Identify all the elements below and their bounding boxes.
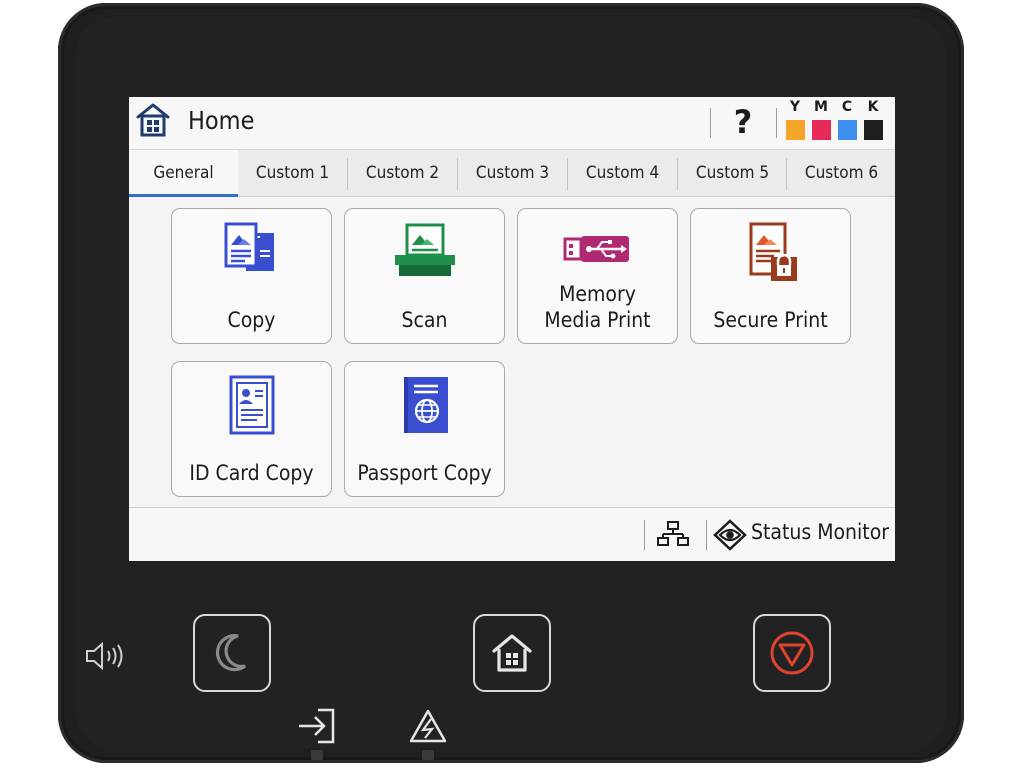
tile-label: Memory Media Print: [518, 281, 677, 333]
tab-custom-2[interactable]: Custom 2: [348, 150, 457, 196]
ink-swatch: [837, 120, 857, 140]
header-bar: Home ? Y M C K: [129, 97, 895, 150]
scan-tile[interactable]: Scan: [344, 208, 505, 344]
header-divider: [776, 108, 777, 138]
ink-yellow: Y: [785, 99, 805, 140]
tab-custom-1[interactable]: Custom 1: [238, 150, 347, 196]
footer-bar: Status Monitor: [129, 507, 895, 561]
ink-magenta: M: [811, 99, 831, 140]
home-icon: [492, 634, 532, 672]
footer-divider: [644, 520, 645, 550]
passport-icon: [400, 374, 450, 440]
ink-label: K: [867, 99, 879, 115]
tab-custom-3[interactable]: Custom 3: [458, 150, 567, 196]
passport-copy-tile[interactable]: Passport Copy: [344, 361, 505, 497]
ink-cyan: C: [837, 99, 857, 140]
tab-custom-4[interactable]: Custom 4: [568, 150, 677, 196]
stop-icon: [770, 631, 814, 675]
tile-label: Copy: [227, 308, 276, 332]
tile-label: Scan: [401, 308, 448, 332]
ink-swatch: [811, 120, 831, 140]
tile-label-line: Media Print: [544, 308, 651, 332]
eye-icon[interactable]: [713, 519, 747, 551]
home-button[interactable]: [473, 614, 551, 692]
sleep-button[interactable]: [193, 614, 271, 692]
secure-print-tile[interactable]: Secure Print: [690, 208, 851, 344]
usb-icon: [563, 231, 633, 271]
data-led: [311, 750, 323, 760]
warning-icon: [408, 708, 448, 748]
ink-swatch: [863, 120, 883, 140]
copy-icon: [222, 221, 282, 285]
home-screen-icon: [135, 101, 171, 139]
speaker-icon: [84, 640, 126, 676]
header-divider: [710, 108, 711, 138]
error-led: [422, 750, 434, 760]
ink-label: Y: [789, 99, 801, 115]
touchscreen: Home ? Y M C K General Custom 1 Custom 2…: [129, 97, 895, 561]
tab-bar: General Custom 1 Custom 2 Custom 3 Custo…: [129, 150, 895, 197]
tile-label-line: Memory: [559, 282, 636, 306]
ink-black: K: [863, 99, 883, 140]
copy-tile[interactable]: Copy: [171, 208, 332, 344]
ink-swatch: [785, 120, 805, 140]
stop-button[interactable]: [753, 614, 831, 692]
memory-media-print-tile[interactable]: Memory Media Print: [517, 208, 678, 344]
tab-custom-5[interactable]: Custom 5: [678, 150, 787, 196]
id-card-copy-tile[interactable]: ID Card Copy: [171, 361, 332, 497]
help-button[interactable]: ?: [725, 101, 761, 143]
tab-custom-6[interactable]: Custom 6: [787, 150, 895, 196]
tile-label: Passport Copy: [357, 461, 492, 485]
tile-label: Secure Print: [713, 308, 828, 332]
moon-icon: [215, 634, 246, 672]
page-title: Home: [188, 106, 255, 135]
id-card-icon: [227, 374, 277, 440]
ink-levels[interactable]: Y M C K: [785, 99, 889, 145]
status-monitor-button[interactable]: Status Monitor: [751, 520, 889, 544]
data-arrow-icon: [296, 706, 338, 750]
footer-divider: [706, 520, 707, 550]
ink-label: C: [841, 99, 853, 115]
tab-general[interactable]: General: [129, 150, 238, 197]
scan-icon: [392, 221, 458, 285]
ink-label: M: [814, 99, 828, 115]
tile-label: ID Card Copy: [189, 461, 314, 485]
network-icon[interactable]: [657, 520, 689, 552]
secure-print-icon: [741, 221, 801, 287]
